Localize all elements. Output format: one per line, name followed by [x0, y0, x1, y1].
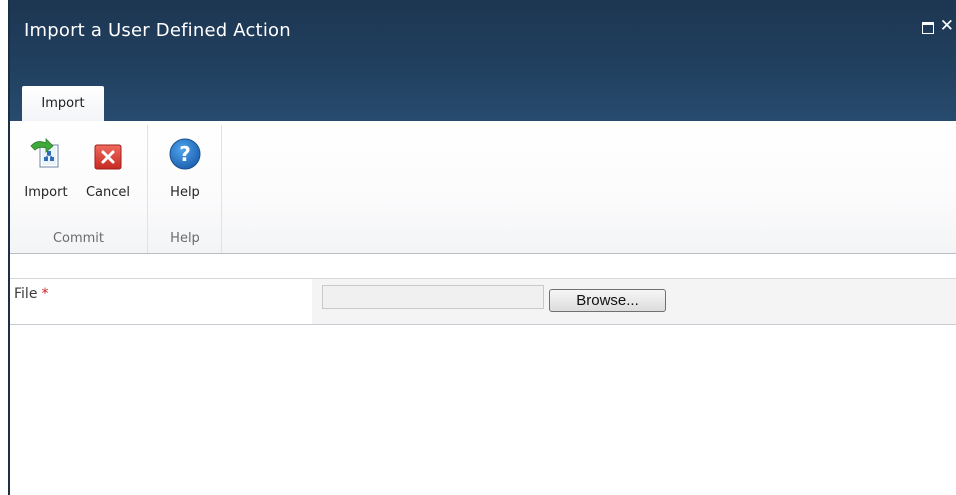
help-button-label: Help	[170, 185, 200, 200]
tab-import[interactable]: Import	[22, 86, 104, 122]
ribbon: Import Cancel Commit ? Help Help	[10, 121, 956, 254]
import-button-label: Import	[24, 185, 68, 200]
import-icon	[30, 138, 59, 168]
help-button[interactable]: ? Help	[155, 125, 215, 209]
file-label-cell: File *	[10, 279, 312, 324]
cancel-button-label: Cancel	[85, 185, 131, 200]
browse-button[interactable]: Browse...	[549, 289, 666, 312]
file-label: File *	[14, 286, 49, 302]
help-icon: ?	[169, 138, 201, 170]
import-button[interactable]: Import	[16, 125, 76, 209]
close-icon[interactable]: ✕	[940, 16, 954, 36]
dialog-title: Import a User Defined Action	[24, 20, 291, 41]
dialog-header: Import a User Defined Action ✕ Import	[10, 0, 956, 122]
left-window-border	[0, 0, 10, 495]
group-label-commit: Commit	[52, 231, 105, 246]
svg-text:?: ?	[179, 142, 191, 166]
file-value-cell: Browse...	[312, 279, 956, 324]
cancel-button[interactable]: Cancel	[78, 125, 138, 209]
file-path-field[interactable]	[322, 285, 544, 309]
group-label-help: Help	[170, 231, 200, 246]
dialog-window: Import a User Defined Action ✕ Import Im…	[10, 0, 956, 495]
ribbon-group-commit: Import Cancel Commit	[10, 125, 148, 253]
ribbon-group-help: ? Help Help	[149, 125, 222, 253]
cancel-icon	[94, 144, 122, 170]
file-row: File * Browse...	[10, 278, 956, 325]
maximize-icon[interactable]	[922, 22, 934, 34]
required-marker: *	[41, 286, 49, 302]
